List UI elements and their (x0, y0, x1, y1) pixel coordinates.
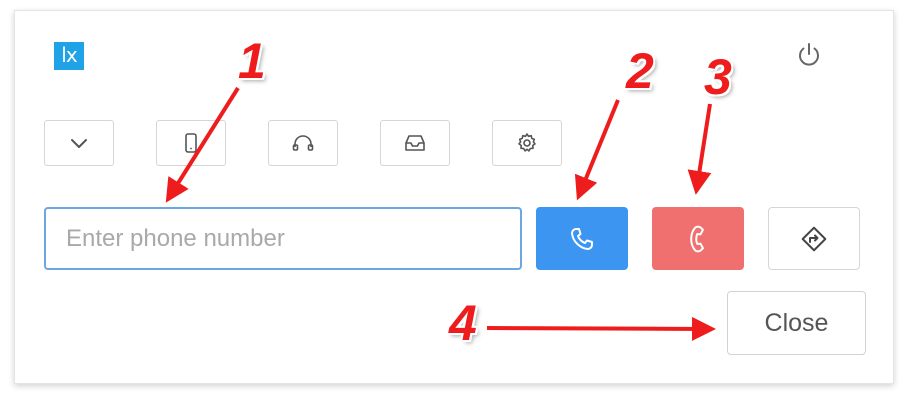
gear-icon (518, 133, 536, 152)
power-button[interactable] (794, 40, 824, 70)
chevron-down-icon (71, 139, 87, 148)
close-button[interactable]: Close (727, 291, 866, 355)
app-logo: lx (54, 42, 84, 70)
call-button[interactable] (536, 207, 628, 270)
mobile-device-button[interactable] (156, 120, 226, 166)
phone-call-icon (571, 227, 593, 250)
mobile-phone-icon (185, 133, 197, 153)
inbox-button[interactable] (380, 120, 450, 166)
callout-4: 4 (449, 295, 477, 351)
callout-2: 2 (626, 43, 654, 99)
transfer-button[interactable] (768, 207, 860, 270)
dropdown-button[interactable] (44, 120, 114, 166)
softphone-screen: lx Enter phone number Close 1 2 3 4 (0, 0, 908, 402)
inbox-icon (405, 135, 425, 151)
headset-button[interactable] (268, 120, 338, 166)
phone-number-input[interactable] (44, 207, 522, 270)
phone-hangup-icon (690, 225, 704, 252)
settings-button[interactable] (492, 120, 562, 166)
hangup-button[interactable] (652, 207, 744, 270)
callout-3: 3 (704, 49, 732, 105)
callout-1: 1 (238, 33, 266, 89)
power-icon (799, 43, 819, 66)
headset-icon (292, 135, 314, 151)
transfer-icon (801, 226, 827, 251)
